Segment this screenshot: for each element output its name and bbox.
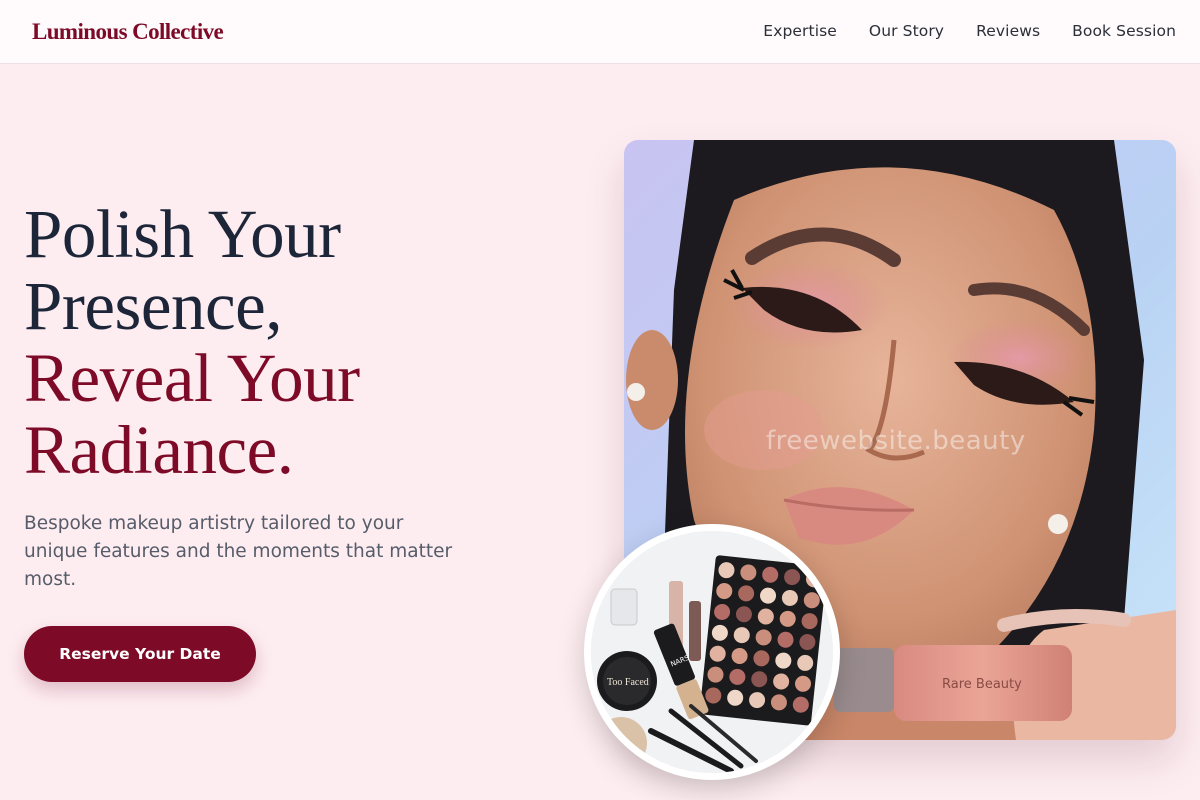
nav-link-our-story[interactable]: Our Story	[869, 20, 944, 42]
compact-label: Too Faced	[607, 677, 649, 688]
headline-line-4: Radiance.	[24, 412, 294, 488]
makeup-products-image: Too Faced NARS	[584, 524, 840, 780]
headline-line-3: Reveal Your	[24, 340, 360, 416]
nav-link-reviews[interactable]: Reviews	[976, 20, 1040, 42]
main-nav: Expertise Our Story Reviews Book Session	[763, 20, 1176, 42]
reserve-date-button[interactable]: Reserve Your Date	[24, 626, 256, 682]
headline-line-2: Presence,	[24, 268, 282, 344]
hero-subtext: Bespoke makeup artistry tailored to your…	[24, 513, 453, 590]
portrait-watermark: freewebsite.beauty	[766, 426, 1026, 456]
nav-link-expertise[interactable]: Expertise	[763, 20, 837, 42]
nav-link-book-session[interactable]: Book Session	[1072, 20, 1176, 42]
product-label: Rare Beauty	[942, 677, 1022, 692]
products-illustration: Too Faced NARS	[591, 531, 833, 773]
hero-headline: Polish Your Presence, Reveal Your Radian…	[24, 198, 544, 486]
brand-logo[interactable]: Luminous Collective	[32, 17, 224, 47]
site-header: Luminous Collective Expertise Our Story …	[0, 0, 1200, 64]
headline-line-1: Polish Your	[24, 196, 341, 272]
